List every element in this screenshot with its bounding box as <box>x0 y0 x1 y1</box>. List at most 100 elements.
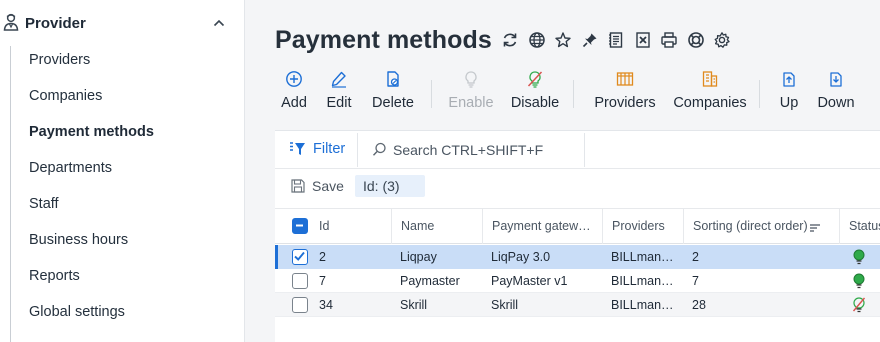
status-enabled-icon <box>852 273 866 289</box>
cell-id: 34 <box>319 298 333 312</box>
column-header-name[interactable]: Name <box>391 209 481 244</box>
table-row[interactable]: 34 Skrill Skrill BILLman… 28 <box>275 293 880 317</box>
companies-button[interactable]: Companies <box>671 66 749 114</box>
sidebar-item-business-hours[interactable]: Business hours <box>29 232 128 248</box>
search-box <box>367 139 585 161</box>
up-label: Up <box>779 95 799 111</box>
sidebar-item-staff[interactable]: Staff <box>29 196 59 212</box>
row-checkbox[interactable] <box>292 273 308 289</box>
table-row[interactable]: 2 Liqpay LiqPay 3.0 BILLman… 2 <box>275 245 880 269</box>
column-header-payment-gateway[interactable]: Payment gatew… <box>482 209 602 244</box>
add-button[interactable]: Add <box>275 66 313 114</box>
filter-bar: Filter <box>275 131 880 169</box>
cell-sorting: 7 <box>692 274 699 288</box>
cell-providers: BILLman… <box>611 250 674 264</box>
provider-user-icon <box>3 13 19 31</box>
sidebar-item-reports[interactable]: Reports <box>29 268 80 284</box>
cell-gateway: PayMaster v1 <box>491 274 568 288</box>
delete-document-icon <box>384 70 402 88</box>
row-checkbox[interactable] <box>292 249 308 265</box>
providers-icon <box>616 70 634 88</box>
filter-separator <box>584 133 585 167</box>
sidebar-item-companies[interactable]: Companies <box>29 88 102 104</box>
sidebar-section-header[interactable]: Provider <box>0 0 245 46</box>
pin-icon[interactable] <box>581 31 599 49</box>
pencil-icon <box>330 70 348 88</box>
cell-id: 2 <box>319 250 326 264</box>
print-icon[interactable] <box>660 31 678 49</box>
cell-providers: BILLman… <box>611 298 674 312</box>
column-header-label: Sorting (direct order) <box>693 219 808 233</box>
cell-name: Paymaster <box>400 274 460 288</box>
enable-button[interactable]: Enable <box>443 66 499 114</box>
star-icon[interactable] <box>554 31 572 49</box>
column-header-status[interactable]: Status <box>839 209 880 244</box>
cell-providers: BILLman… <box>611 274 674 288</box>
sidebar-item-payment-methods[interactable]: Payment methods <box>29 124 154 140</box>
table-row[interactable]: 7 Paymaster PayMaster v1 BILLman… 7 <box>275 269 880 293</box>
edit-label: Edit <box>326 95 352 111</box>
sidebar: Provider Providers Companies Payment met… <box>0 0 245 342</box>
column-header-label: Id <box>319 219 330 233</box>
id-filter-chip[interactable]: Id: (3) <box>355 175 425 197</box>
search-input[interactable] <box>393 139 581 161</box>
save-label: Save <box>312 178 344 194</box>
chevron-up-icon[interactable] <box>212 16 226 30</box>
providers-button[interactable]: Providers <box>589 66 661 114</box>
delete-button[interactable]: Delete <box>365 66 421 114</box>
select-all-checkbox[interactable] <box>292 218 308 234</box>
cell-gateway: Skrill <box>491 298 519 312</box>
search-icon <box>372 142 386 156</box>
filter-icon <box>290 142 305 155</box>
providers-label: Providers <box>594 95 656 111</box>
plus-circle-icon <box>285 70 303 88</box>
floppy-icon <box>291 179 305 193</box>
sidebar-item-global-settings[interactable]: Global settings <box>29 304 125 320</box>
cell-id: 7 <box>319 274 326 288</box>
status-enabled-icon <box>852 249 866 265</box>
filter-label: Filter <box>313 141 346 157</box>
cell-name: Skrill <box>400 298 428 312</box>
edit-button[interactable]: Edit <box>321 66 357 114</box>
companies-label: Companies <box>673 95 747 111</box>
down-button[interactable]: Down <box>813 66 859 114</box>
building-icon <box>701 70 719 88</box>
cell-gateway: LiqPay 3.0 <box>491 250 551 264</box>
up-button[interactable]: Up <box>775 66 803 114</box>
lightbulb-icon <box>462 70 480 88</box>
delete-label: Delete <box>372 95 414 111</box>
notes-icon[interactable] <box>607 31 625 49</box>
add-label: Add <box>281 95 307 111</box>
refresh-icon[interactable] <box>501 31 519 49</box>
selection-indicator <box>275 245 278 269</box>
disable-button[interactable]: Disable <box>507 66 563 114</box>
main-content: Payment methods Add Edit Delete Enable D… <box>245 0 880 342</box>
sidebar-item-providers[interactable]: Providers <box>29 52 90 68</box>
save-bar: Save Id: (3) <box>275 169 880 205</box>
gear-icon[interactable] <box>713 31 731 49</box>
toolbar-separator <box>573 80 574 108</box>
table-header: Id Name Payment gatew… Providers Sorting… <box>275 208 880 244</box>
sidebar-item-departments[interactable]: Departments <box>29 160 112 176</box>
help-ring-icon[interactable] <box>687 31 705 49</box>
enable-label: Enable <box>448 95 494 111</box>
down-label: Down <box>817 95 855 111</box>
row-checkbox[interactable] <box>292 297 308 313</box>
cell-sorting: 2 <box>692 250 699 264</box>
cell-name: Liqpay <box>400 250 437 264</box>
page-title: Payment methods <box>275 26 492 54</box>
status-disabled-icon <box>852 297 866 313</box>
move-down-icon <box>827 70 845 88</box>
export-icon[interactable] <box>634 31 652 49</box>
move-up-icon <box>780 70 798 88</box>
grid-panel: Filter Save Id: (3) Id Name <box>275 130 880 342</box>
column-header-providers[interactable]: Providers <box>602 209 683 244</box>
toolbar-separator <box>431 80 432 108</box>
cell-sorting: 28 <box>692 298 706 312</box>
tree-line <box>10 46 11 342</box>
filter-separator <box>357 133 358 167</box>
disable-label: Disable <box>510 95 560 111</box>
sort-icon[interactable] <box>809 221 821 233</box>
bulb-off-icon <box>526 70 544 88</box>
globe-icon[interactable] <box>528 31 546 49</box>
